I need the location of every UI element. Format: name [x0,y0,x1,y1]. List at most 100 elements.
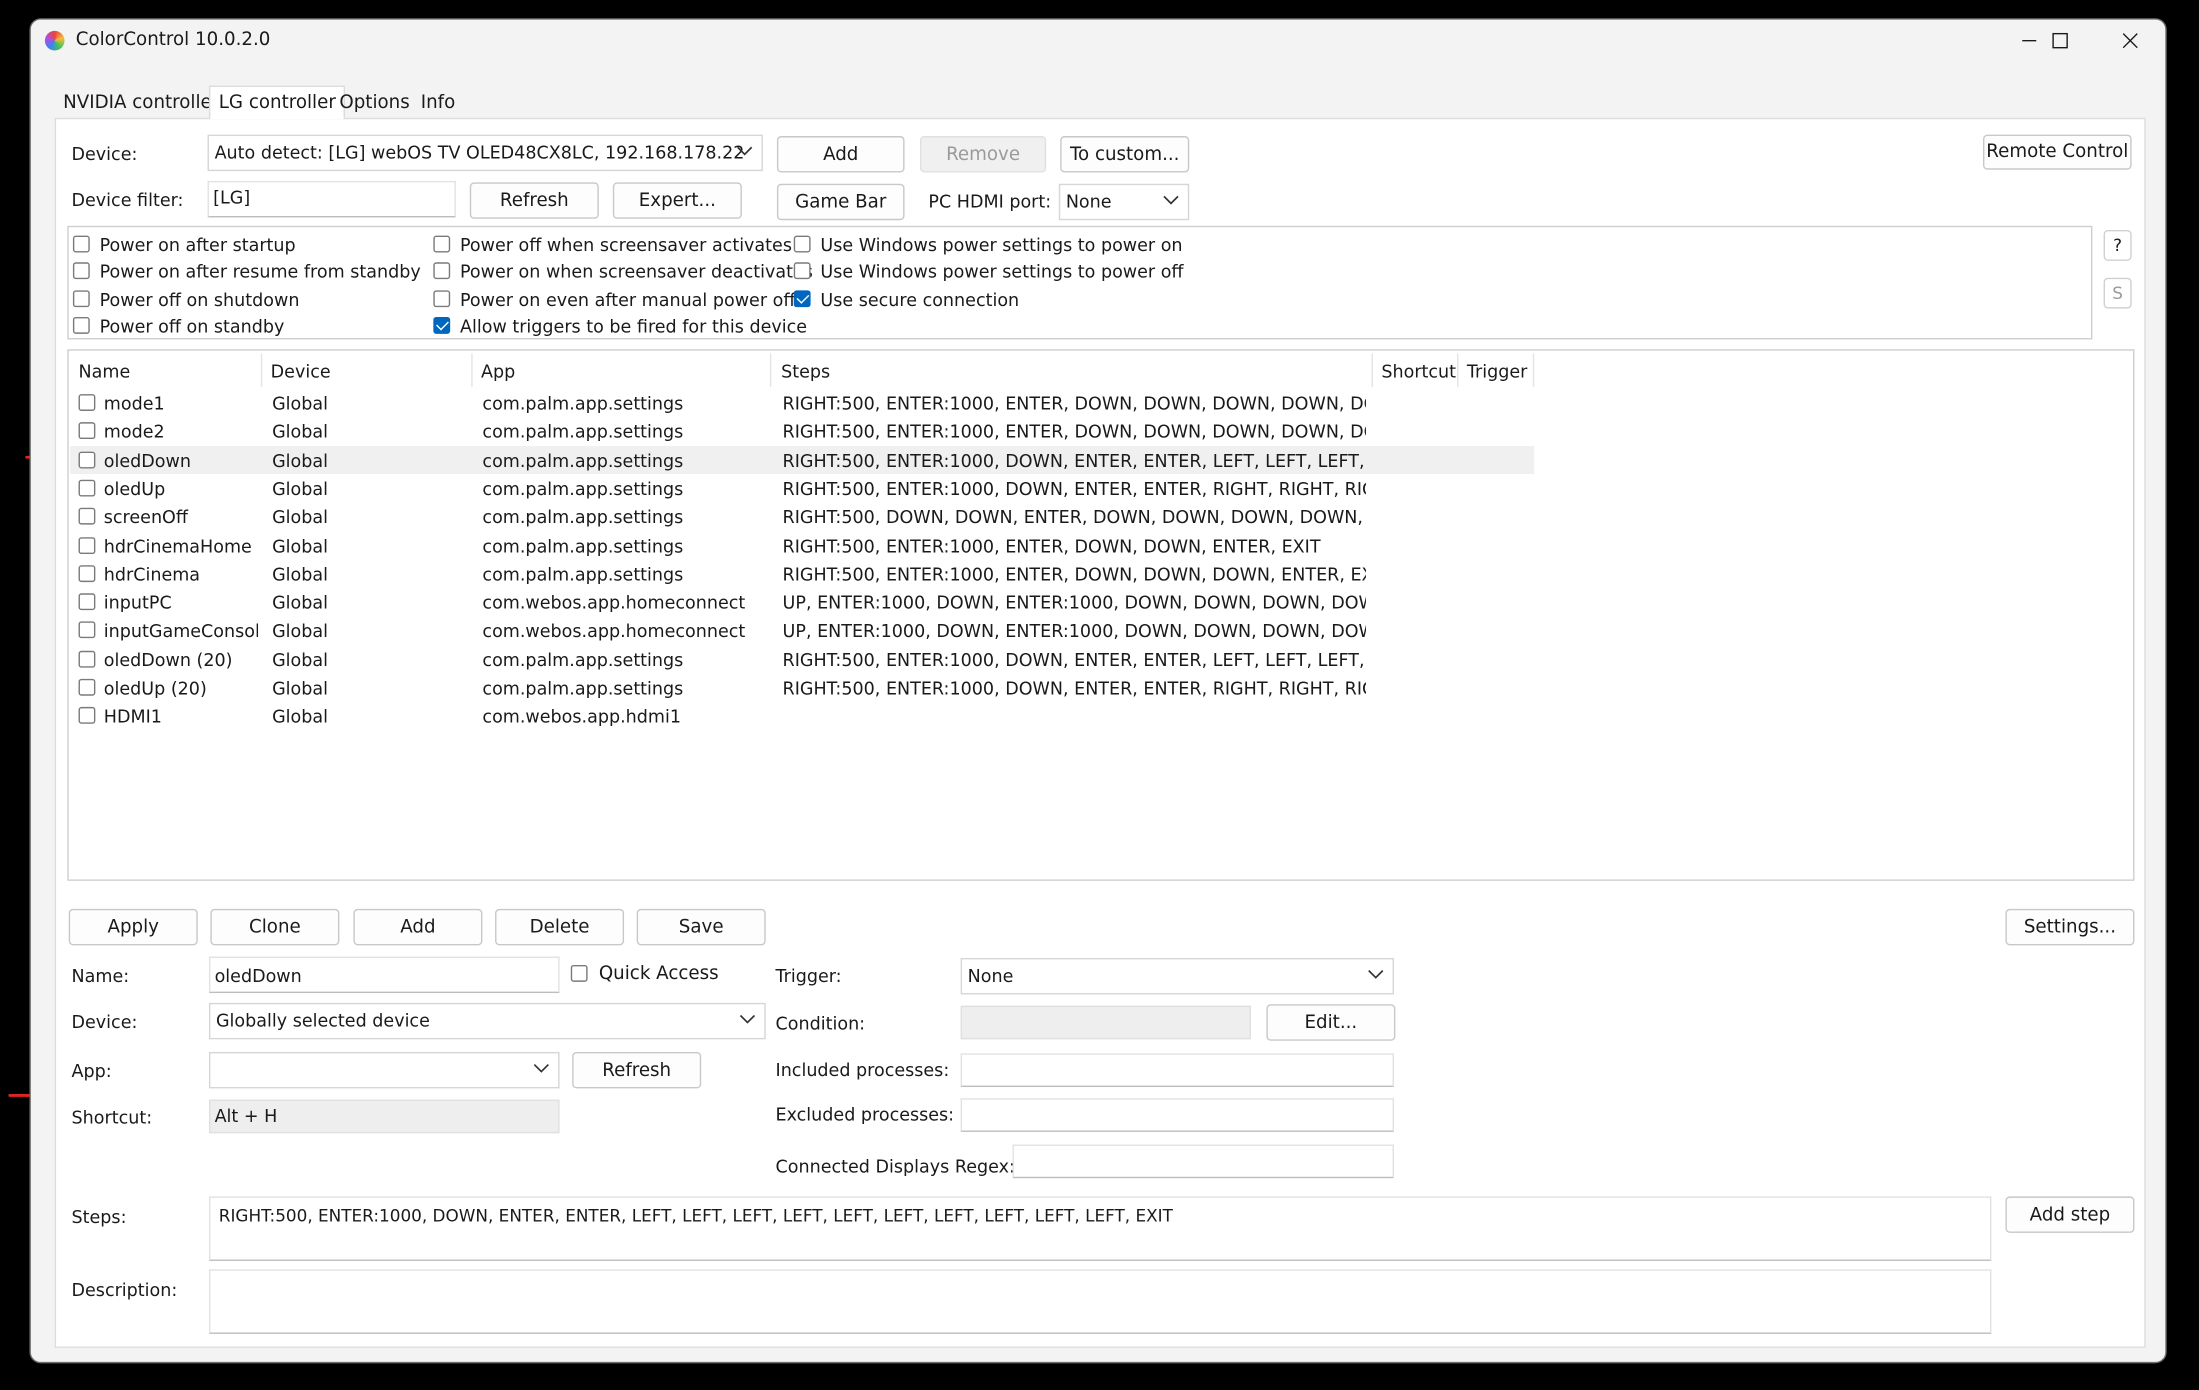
preset-cell-device: Global [272,392,328,414]
preset-row-checkbox[interactable] [78,422,96,440]
refresh-apps-button[interactable]: Refresh [572,1051,702,1089]
settings-button[interactable]: Settings... [2005,908,2135,946]
pc-hdmi-port-select[interactable]: None [1058,183,1190,221]
option-checkbox[interactable] [72,262,90,280]
preset-row-checkbox[interactable] [78,593,96,611]
preset-cell-device: Global [272,449,328,471]
preset-row-checkbox[interactable] [78,508,96,525]
column-header-app[interactable]: App [481,360,515,381]
connected-displays-regex-input[interactable] [1012,1144,1394,1179]
tab-nvidia-controller[interactable]: NVIDIA controller [60,90,222,118]
maximize-button[interactable] [2028,20,2093,62]
preset-row[interactable]: HDMI1 Global com.webos.app.hdmi1 [70,702,1534,730]
preset-row[interactable]: hdrCinemaHome Global com.palm.app.settings… [70,531,1534,559]
tab-info[interactable]: Info [418,90,458,118]
editor-device-value: Globally selected device [215,1009,430,1031]
preset-row-checkbox[interactable] [78,564,96,582]
trigger-label: Trigger: [775,964,842,987]
refresh-devices-button[interactable]: Refresh [469,182,599,219]
preset-cell-device: Global [272,677,328,699]
tab-lg-controller[interactable]: LG controller [208,85,346,120]
preset-cell-name: inputGameConsole [103,620,259,642]
column-separator[interactable] [1371,353,1373,388]
preset-cell-name: hdrCinemaHome [103,535,252,557]
tab-options[interactable]: Options [337,90,413,118]
option-checkbox[interactable] [793,235,811,253]
preset-row-checkbox[interactable] [78,394,96,411]
preset-row-checkbox[interactable] [78,678,96,696]
game-bar-button[interactable]: Game Bar [776,183,905,221]
preset-cell-name: oledUp [103,478,166,500]
description-input[interactable] [208,1269,1992,1334]
column-header-shortcut[interactable]: Shortcut [1381,360,1456,381]
column-separator[interactable] [471,353,473,388]
remote-control-button[interactable]: Remote Control [1982,134,2132,170]
edit-condition-button[interactable]: Edit... [1266,1004,1396,1041]
quick-access-checkbox[interactable] [570,964,588,982]
preset-row[interactable]: inputGameConsole Global com.webos.app.home… [70,616,1534,644]
preset-row[interactable]: screenOff Global com.palm.app.settings RIGH… [70,502,1534,530]
add-step-button[interactable]: Add step [2005,1196,2135,1233]
lg-controller-panel: Device: Auto detect: [LG] webOS TV OLED4… [54,117,2146,1348]
save-preset-button[interactable]: Save [636,908,766,946]
preset-row[interactable]: inputPC Global com.webos.app.homeconnect UP… [70,588,1534,616]
included-processes-label: Included processes: [775,1058,950,1081]
preset-row[interactable]: mode1 Global com.palm.app.settings RIGHT:50… [70,389,1534,417]
column-separator[interactable] [1457,353,1459,388]
column-header-device[interactable]: Device [271,360,331,381]
option-checkbox[interactable] [793,289,811,307]
option-checkbox[interactable] [72,316,90,334]
preset-name-input[interactable]: oledDown [208,956,560,994]
preset-row-checkbox[interactable] [78,479,96,497]
delete-preset-button[interactable]: Delete [495,908,625,946]
option-checkbox[interactable] [72,235,90,253]
condition-input[interactable] [960,1005,1251,1040]
option-checkbox[interactable] [433,316,451,334]
column-header-steps[interactable]: Steps [781,360,830,381]
remove-device-button[interactable]: Remove [919,136,1047,173]
option-checkbox[interactable] [433,262,451,280]
expert-button[interactable]: Expert... [612,182,742,219]
add-preset-button[interactable]: Add [353,908,483,946]
device-filter-input[interactable]: [LG] [207,180,456,218]
trigger-select[interactable]: None [960,957,1394,995]
preset-row[interactable]: hdrCinema Global com.palm.app.settings RIGH… [70,559,1534,587]
preset-row[interactable]: oledUp (20) Global com.palm.app.settings RI… [70,673,1534,701]
s-button[interactable]: S [2103,277,2132,309]
column-header-trigger[interactable]: Trigger [1467,360,1527,381]
preset-row-checkbox[interactable] [78,536,96,554]
add-device-button[interactable]: Add [776,136,905,173]
app-select[interactable] [208,1051,560,1089]
option-checkbox[interactable] [72,289,90,307]
preset-row-checkbox[interactable] [78,650,96,668]
preset-cell-steps: RIGHT:500, ENTER:1000, DOWN, ENTER, ENTE… [782,648,1366,671]
to-custom-button[interactable]: To custom... [1060,136,1190,173]
column-header-name[interactable]: Name [79,360,131,381]
apply-button[interactable]: Apply [68,908,198,946]
excluded-processes-input[interactable] [960,1098,1394,1132]
preset-row-checkbox[interactable] [78,621,96,639]
preset-cell-name: mode2 [103,421,165,443]
preset-row[interactable]: oledDown Global com.palm.app.settings RIGHT… [70,445,1535,474]
column-separator[interactable] [260,353,263,388]
preset-row[interactable]: oledUp Global com.palm.app.settings RIGHT:5… [70,474,1534,502]
column-separator[interactable] [1532,353,1535,388]
steps-input[interactable]: RIGHT:500, ENTER:1000, DOWN, ENTER, ENTE… [208,1196,1992,1261]
included-processes-input[interactable] [960,1053,1394,1088]
option-checkbox[interactable] [433,289,451,307]
option-label: Use Windows power settings to power off [820,261,1184,283]
help-button[interactable]: ? [2103,230,2132,261]
clone-button[interactable]: Clone [210,908,340,946]
device-select[interactable]: Auto detect: [LG] webOS TV OLED48CX8LC, … [207,134,763,172]
option-checkbox[interactable] [793,262,811,280]
preset-row-checkbox[interactable] [78,707,96,725]
close-button[interactable] [2098,20,2163,62]
column-separator[interactable] [769,353,772,388]
option-checkbox[interactable] [433,235,451,253]
editor-device-select[interactable]: Globally selected device [208,1002,766,1040]
presets-list[interactable]: Name Device App Steps Shortcut Trigger m… [67,349,2135,881]
preset-row[interactable]: oledDown (20) Global com.palm.app.settings… [70,645,1534,673]
preset-row[interactable]: mode2 Global com.palm.app.settings RIGHT:50… [70,417,1534,445]
preset-row-checkbox[interactable] [78,451,96,468]
shortcut-input[interactable]: Alt + H [208,1099,560,1134]
